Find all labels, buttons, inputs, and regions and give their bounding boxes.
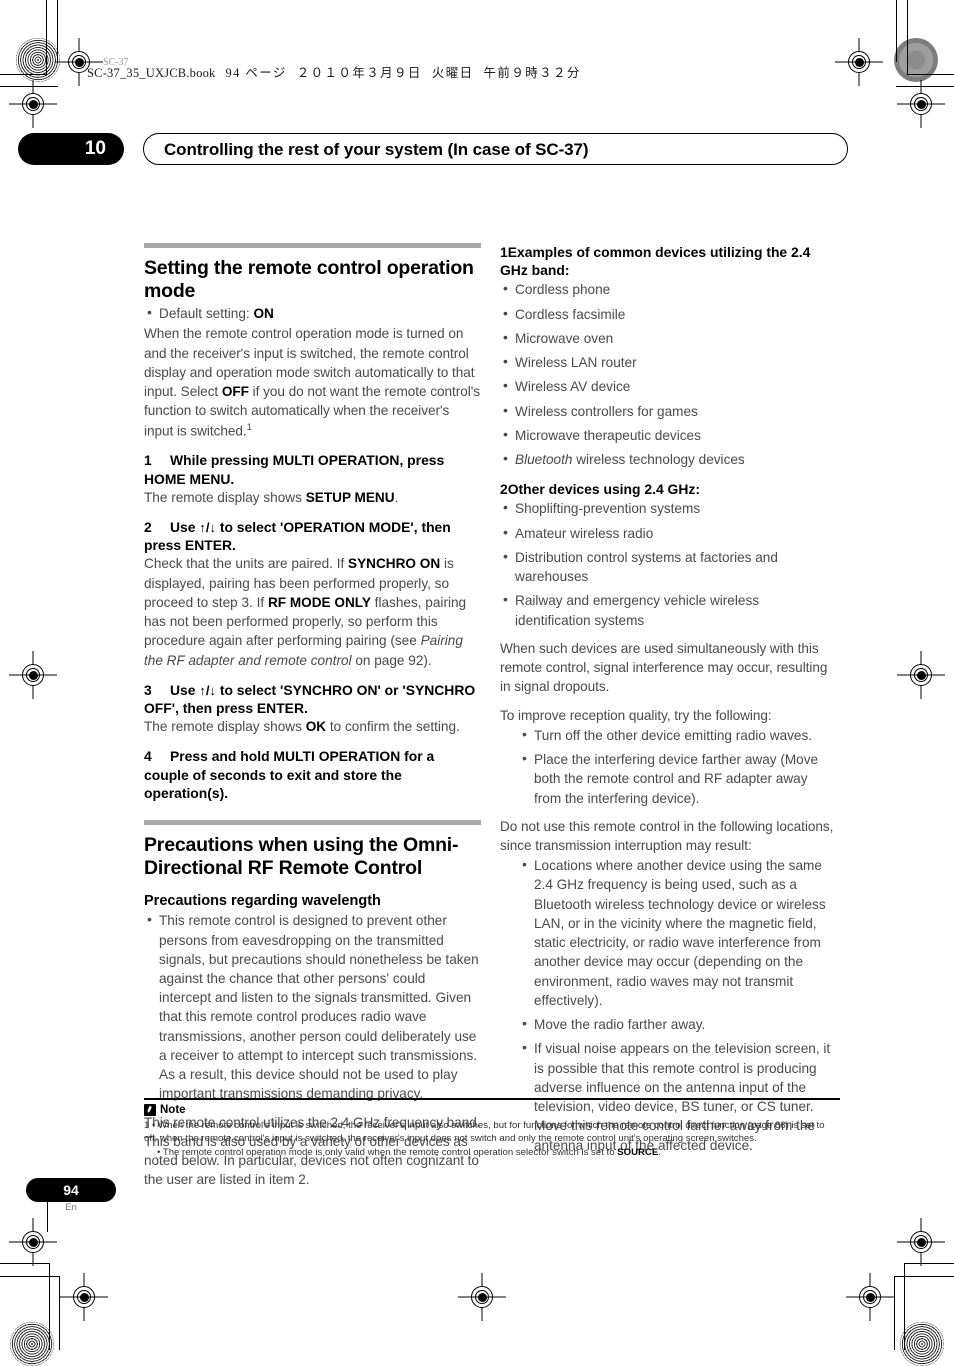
list-item: Railway and emergency vehicle wireless i… bbox=[500, 590, 837, 629]
step-3-heading: 3 Use ↑/↓ to select 'SYNCHRO ON' or 'SYNC… bbox=[144, 681, 481, 717]
list-item-default-setting: Default setting: ON bbox=[144, 303, 481, 323]
step-2-body-4: on page 92). bbox=[351, 652, 432, 668]
note-line-1: 1 • When the remote control's input is s… bbox=[144, 1119, 825, 1145]
step-1-body-keyword: SETUP MENU bbox=[305, 489, 395, 505]
bluetooth-rest: wireless technology devices bbox=[572, 452, 745, 468]
list-item: Microwave therapeutic devices bbox=[500, 425, 837, 445]
updown-arrow-icon: ↑/↓ bbox=[199, 520, 216, 536]
chapter-header: 10 Controlling the rest of your system (… bbox=[18, 133, 848, 165]
step-3-keyword-ok: OK bbox=[305, 719, 327, 735]
note-divider bbox=[144, 1098, 840, 1100]
step-1-body-pre: The remote display shows bbox=[144, 489, 306, 505]
list-item-bluetooth: Bluetooth wireless technology devices bbox=[500, 449, 837, 469]
note-header: Note bbox=[144, 1103, 840, 1116]
list-item: Wireless controllers for games bbox=[500, 401, 837, 421]
item-2-device-list: Shoplifting-prevention systems Amateur w… bbox=[500, 498, 837, 629]
step-3-title-pre: Use bbox=[170, 681, 200, 698]
step-2-keyword-rf-mode-only: RF MODE ONLY bbox=[267, 594, 371, 610]
list-item: Shoplifting-prevention systems bbox=[500, 498, 837, 518]
item-2-heading: 2Other devices using 2.4 GHz: bbox=[500, 480, 837, 498]
step-1-body: The remote display shows SETUP MENU. bbox=[144, 488, 481, 507]
list-item: Wireless AV device bbox=[500, 376, 837, 396]
book-date: ２０１０年３月９日 bbox=[296, 66, 422, 80]
step-2-body-1: Check that the units are paired. If bbox=[144, 556, 349, 572]
step-3-number: 3 bbox=[144, 681, 152, 698]
list-item: Amateur wireless radio bbox=[500, 523, 837, 543]
section1-intro-paragraph: When the remote control operation mode i… bbox=[144, 324, 481, 440]
step-2-keyword-synchro-on: SYNCHRO ON bbox=[348, 556, 441, 572]
item-1-heading: 1Examples of common devices utilizing th… bbox=[500, 243, 837, 279]
interference-paragraph: When such devices are used simultaneousl… bbox=[500, 640, 828, 695]
list-item: Distribution control systems at factorie… bbox=[500, 547, 837, 586]
subheading-precautions-wavelength: Precautions regarding wavelength bbox=[144, 893, 381, 910]
book-filename: SC-37_35_UXJCB.book bbox=[87, 66, 216, 80]
step-3-body-pre: The remote display shows bbox=[144, 719, 306, 735]
list-item: This remote control is designed to preve… bbox=[144, 910, 481, 1103]
item-1-number: 1 bbox=[500, 244, 508, 260]
list-item: Locations where another device using the… bbox=[519, 855, 837, 1010]
item-1-device-list: Cordless phone Cordless facsimile Microw… bbox=[500, 279, 837, 469]
page-language-label: En bbox=[65, 1202, 77, 1213]
default-setting-value: ON bbox=[253, 306, 274, 322]
section-heading-precautions: Precautions when using the Omni-Directio… bbox=[144, 834, 459, 879]
step-4-heading: 4 Press and hold MULTI OPERATION for a co… bbox=[144, 747, 481, 802]
note-line-2-pre: The remote control operation mode is onl… bbox=[162, 1147, 618, 1159]
item-2-number: 2 bbox=[500, 481, 508, 498]
note-keyword-source: SOURCE bbox=[617, 1147, 659, 1159]
note-line-1-text: When the remote control's input is switc… bbox=[144, 1119, 825, 1145]
list-item: Microwave oven bbox=[500, 328, 837, 348]
note-body: 1 • When the remote control's input is s… bbox=[144, 1119, 840, 1160]
right-column: 1Examples of common devices utilizing th… bbox=[500, 243, 837, 1160]
step-1-heading: 1 While pressing MULTI OPERATION, press H… bbox=[144, 451, 481, 487]
step-2-title-pre: Use bbox=[170, 519, 200, 536]
note-title: Note bbox=[160, 1103, 186, 1116]
step-1-title: While pressing MULTI OPERATION, press HO… bbox=[144, 452, 445, 487]
item-2-title: Other devices using 2.4 GHz: bbox=[507, 481, 700, 498]
book-header-line: SC-37_35_UXJCB.book 94 ページ ２０１０年３月９日 火曜日… bbox=[87, 62, 581, 81]
note-line-2: • The remote control operation mode is o… bbox=[157, 1147, 661, 1159]
book-time: 午前９時３２分 bbox=[483, 66, 581, 80]
step-4-number: 4 bbox=[144, 748, 152, 765]
default-setting-list: Default setting: ON bbox=[144, 303, 481, 323]
page-number-badge: 94 bbox=[26, 1178, 116, 1202]
step-3-body: The remote display shows OK to confirm t… bbox=[144, 717, 481, 736]
note-line-2-post: . bbox=[658, 1147, 661, 1159]
list-item: Cordless phone bbox=[500, 279, 837, 299]
bluetooth-trademark: Bluetooth bbox=[515, 452, 573, 468]
improve-reception-intro: To improve reception quality, try the fo… bbox=[500, 707, 772, 723]
list-item: Move the radio farther away. bbox=[519, 1014, 837, 1034]
updown-arrow-icon-2: ↑/↓ bbox=[199, 682, 216, 698]
list-item: Turn off the other device emitting radio… bbox=[519, 725, 837, 745]
avoid-locations-intro: Do not use this remote control in the fo… bbox=[500, 818, 834, 853]
list-item: Place the interfering device farther awa… bbox=[519, 749, 837, 808]
chapter-number-badge: 10 bbox=[18, 133, 124, 165]
wavelength-bullet-list: This remote control is designed to preve… bbox=[144, 910, 481, 1103]
step-4-title: Press and hold MULTI OPERATION for a cou… bbox=[144, 748, 435, 801]
note-number: 1 bbox=[144, 1119, 150, 1131]
section-rule-2 bbox=[144, 820, 481, 826]
footnote-marker-1: 1 bbox=[246, 421, 252, 433]
section-rule-1 bbox=[144, 243, 481, 248]
step-2-body: Check that the units are paired. If SYNC… bbox=[144, 554, 481, 669]
default-setting-label: Default setting: bbox=[159, 306, 250, 322]
book-weekday: 火曜日 bbox=[431, 66, 474, 80]
improve-reception-list: Turn off the other device emitting radio… bbox=[519, 725, 837, 808]
note-block: Note 1 • When the remote control's input… bbox=[144, 1098, 840, 1160]
step-2-number: 2 bbox=[144, 519, 152, 536]
book-page-label: 94 ページ bbox=[225, 66, 287, 80]
step-1-number: 1 bbox=[144, 452, 152, 469]
list-item: Cordless facsimile bbox=[500, 304, 837, 324]
left-column: Setting the remote control operation mod… bbox=[144, 243, 481, 1190]
chapter-title: Controlling the rest of your system (In … bbox=[143, 133, 848, 165]
list-item: Wireless LAN router bbox=[500, 352, 837, 372]
document-page: SC-37_35_UXJCB.book 94 ページ ２０１０年３月９日 火曜日… bbox=[0, 0, 954, 1350]
intro-off-keyword: OFF bbox=[221, 384, 249, 400]
step-3-body-post: to confirm the setting. bbox=[326, 719, 460, 735]
section-heading-setting-remote-mode: Setting the remote control operation mod… bbox=[144, 257, 474, 302]
item-1-title: Examples of common devices utilizing the… bbox=[500, 244, 811, 279]
step-2-heading: 2 Use ↑/↓ to select 'OPERATION MODE', the… bbox=[144, 518, 481, 554]
step-1-body-post: . bbox=[394, 489, 399, 505]
note-pencil-icon bbox=[144, 1103, 156, 1116]
